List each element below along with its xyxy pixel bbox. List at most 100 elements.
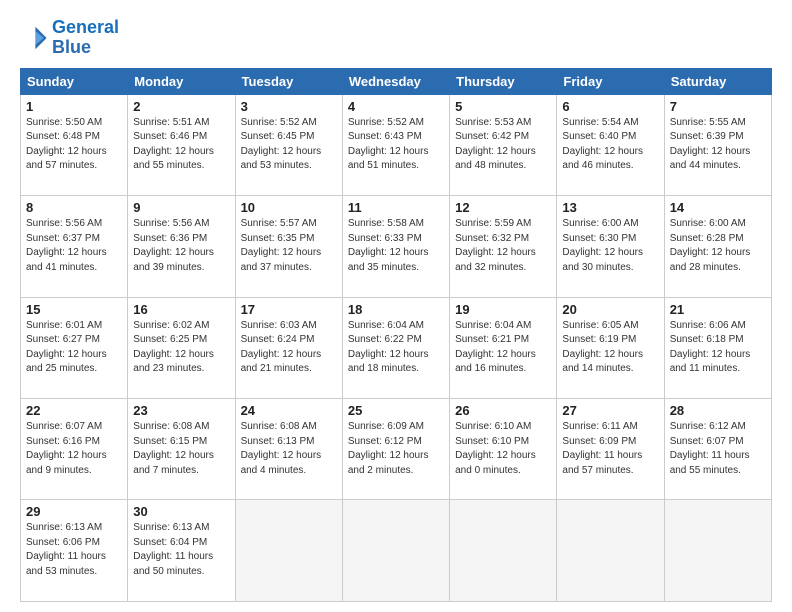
day-detail: Sunrise: 5:58 AMSunset: 6:33 PMDaylight:… — [348, 217, 444, 275]
day-number: 23 — [133, 403, 229, 418]
logo: General Blue — [20, 18, 119, 58]
day-detail: Sunrise: 6:06 AMSunset: 6:18 PMDaylight:… — [670, 319, 766, 377]
day-detail: Sunrise: 5:57 AMSunset: 6:35 PMDaylight:… — [241, 217, 337, 275]
calendar-cell: 29 Sunrise: 6:13 AMSunset: 6:06 PMDayligh… — [21, 500, 128, 602]
calendar-cell: 6 Sunrise: 5:54 AMSunset: 6:40 PMDaylight… — [557, 94, 664, 195]
day-number: 17 — [241, 302, 337, 317]
day-number: 19 — [455, 302, 551, 317]
day-detail: Sunrise: 5:54 AMSunset: 6:40 PMDaylight:… — [562, 116, 658, 174]
day-detail: Sunrise: 6:04 AMSunset: 6:22 PMDaylight:… — [348, 319, 444, 377]
page: General Blue Sunday Monday Tuesday Wedne… — [0, 0, 792, 612]
day-detail: Sunrise: 5:56 AMSunset: 6:37 PMDaylight:… — [26, 217, 122, 275]
calendar-cell: 26 Sunrise: 6:10 AMSunset: 6:10 PMDayligh… — [450, 399, 557, 500]
day-detail: Sunrise: 5:56 AMSunset: 6:36 PMDaylight:… — [133, 217, 229, 275]
calendar-cell: 3Sunrise: 5:52 AMSunset: 6:45 PMDaylight… — [235, 94, 342, 195]
day-number: 13 — [562, 200, 658, 215]
day-detail: Sunrise: 6:08 AMSunset: 6:13 PMDaylight:… — [241, 420, 337, 478]
day-detail: Sunrise: 5:55 AMSunset: 6:39 PMDaylight:… — [670, 116, 766, 174]
calendar-cell: 15 Sunrise: 6:01 AMSunset: 6:27 PMDayligh… — [21, 297, 128, 398]
calendar-cell: 10 Sunrise: 5:57 AMSunset: 6:35 PMDayligh… — [235, 196, 342, 297]
calendar-row-4: 22 Sunrise: 6:07 AMSunset: 6:16 PMDayligh… — [21, 399, 772, 500]
day-detail: Sunrise: 6:02 AMSunset: 6:25 PMDaylight:… — [133, 319, 229, 377]
header-monday: Monday — [128, 68, 235, 94]
day-number: 12 — [455, 200, 551, 215]
header-saturday: Saturday — [664, 68, 771, 94]
day-number: 21 — [670, 302, 766, 317]
calendar-row-3: 15 Sunrise: 6:01 AMSunset: 6:27 PMDayligh… — [21, 297, 772, 398]
day-detail: Sunrise: 6:10 AMSunset: 6:10 PMDaylight:… — [455, 420, 551, 478]
day-number: 20 — [562, 302, 658, 317]
calendar-cell: 23 Sunrise: 6:08 AMSunset: 6:15 PMDayligh… — [128, 399, 235, 500]
calendar-cell: 1Sunrise: 5:50 AMSunset: 6:48 PMDaylight… — [21, 94, 128, 195]
calendar-cell: 11 Sunrise: 5:58 AMSunset: 6:33 PMDayligh… — [342, 196, 449, 297]
day-number: 1 — [26, 99, 122, 114]
header-friday: Friday — [557, 68, 664, 94]
day-number: 11 — [348, 200, 444, 215]
calendar-cell: 20Sunrise: 6:05 AMSunset: 6:19 PMDayligh… — [557, 297, 664, 398]
calendar-body: 1Sunrise: 5:50 AMSunset: 6:48 PMDaylight… — [21, 94, 772, 601]
header-sunday: Sunday — [21, 68, 128, 94]
day-number: 14 — [670, 200, 766, 215]
day-number: 18 — [348, 302, 444, 317]
day-number: 15 — [26, 302, 122, 317]
calendar-cell — [235, 500, 342, 602]
day-detail: Sunrise: 6:13 AMSunset: 6:06 PMDaylight:… — [26, 521, 122, 579]
header: General Blue — [20, 18, 772, 58]
day-detail: Sunrise: 5:51 AMSunset: 6:46 PMDaylight:… — [133, 116, 229, 174]
day-detail: Sunrise: 6:00 AMSunset: 6:30 PMDaylight:… — [562, 217, 658, 275]
calendar-cell: 9Sunrise: 5:56 AMSunset: 6:36 PMDaylight… — [128, 196, 235, 297]
day-detail: Sunrise: 6:00 AMSunset: 6:28 PMDaylight:… — [670, 217, 766, 275]
day-number: 25 — [348, 403, 444, 418]
day-number: 30 — [133, 504, 229, 519]
calendar-cell: 28Sunrise: 6:12 AMSunset: 6:07 PMDayligh… — [664, 399, 771, 500]
day-detail: Sunrise: 5:52 AMSunset: 6:43 PMDaylight:… — [348, 116, 444, 174]
calendar-cell: 7Sunrise: 5:55 AMSunset: 6:39 PMDaylight… — [664, 94, 771, 195]
day-detail: Sunrise: 6:03 AMSunset: 6:24 PMDaylight:… — [241, 319, 337, 377]
day-detail: Sunrise: 6:04 AMSunset: 6:21 PMDaylight:… — [455, 319, 551, 377]
day-number: 6 — [562, 99, 658, 114]
logo-text: General Blue — [52, 18, 119, 58]
calendar-cell — [557, 500, 664, 602]
calendar-cell — [450, 500, 557, 602]
day-detail: Sunrise: 5:53 AMSunset: 6:42 PMDaylight:… — [455, 116, 551, 174]
calendar-cell: 5 Sunrise: 5:53 AMSunset: 6:42 PMDaylight… — [450, 94, 557, 195]
day-detail: Sunrise: 6:08 AMSunset: 6:15 PMDaylight:… — [133, 420, 229, 478]
day-detail: Sunrise: 6:07 AMSunset: 6:16 PMDaylight:… — [26, 420, 122, 478]
day-detail: Sunrise: 6:01 AMSunset: 6:27 PMDaylight:… — [26, 319, 122, 377]
day-number: 10 — [241, 200, 337, 215]
calendar-cell — [664, 500, 771, 602]
day-number: 5 — [455, 99, 551, 114]
calendar-cell: 8Sunrise: 5:56 AMSunset: 6:37 PMDaylight… — [21, 196, 128, 297]
calendar-cell: 22 Sunrise: 6:07 AMSunset: 6:16 PMDayligh… — [21, 399, 128, 500]
day-number: 29 — [26, 504, 122, 519]
calendar-row-2: 8Sunrise: 5:56 AMSunset: 6:37 PMDaylight… — [21, 196, 772, 297]
day-detail: Sunrise: 6:09 AMSunset: 6:12 PMDaylight:… — [348, 420, 444, 478]
header-thursday: Thursday — [450, 68, 557, 94]
calendar-cell: 21 Sunrise: 6:06 AMSunset: 6:18 PMDayligh… — [664, 297, 771, 398]
calendar-cell: 14 Sunrise: 6:00 AMSunset: 6:28 PMDayligh… — [664, 196, 771, 297]
calendar-cell — [342, 500, 449, 602]
calendar-cell: 17 Sunrise: 6:03 AMSunset: 6:24 PMDayligh… — [235, 297, 342, 398]
calendar-cell: 13 Sunrise: 6:00 AMSunset: 6:30 PMDayligh… — [557, 196, 664, 297]
calendar-table: Sunday Monday Tuesday Wednesday Thursday… — [20, 68, 772, 602]
day-detail: Sunrise: 5:52 AMSunset: 6:45 PMDaylight:… — [241, 116, 337, 174]
calendar-row-5: 29 Sunrise: 6:13 AMSunset: 6:06 PMDayligh… — [21, 500, 772, 602]
day-number: 2 — [133, 99, 229, 114]
calendar-cell: 19 Sunrise: 6:04 AMSunset: 6:21 PMDayligh… — [450, 297, 557, 398]
day-detail: Sunrise: 6:11 AMSunset: 6:09 PMDaylight:… — [562, 420, 658, 478]
calendar-cell: 30 Sunrise: 6:13 AMSunset: 6:04 PMDayligh… — [128, 500, 235, 602]
header-tuesday: Tuesday — [235, 68, 342, 94]
calendar-cell: 12 Sunrise: 5:59 AMSunset: 6:32 PMDayligh… — [450, 196, 557, 297]
calendar-cell: 4Sunrise: 5:52 AMSunset: 6:43 PMDaylight… — [342, 94, 449, 195]
calendar-cell: 18 Sunrise: 6:04 AMSunset: 6:22 PMDayligh… — [342, 297, 449, 398]
day-number: 27 — [562, 403, 658, 418]
day-detail: Sunrise: 6:13 AMSunset: 6:04 PMDaylight:… — [133, 521, 229, 579]
day-number: 26 — [455, 403, 551, 418]
day-detail: Sunrise: 5:59 AMSunset: 6:32 PMDaylight:… — [455, 217, 551, 275]
calendar-cell: 24 Sunrise: 6:08 AMSunset: 6:13 PMDayligh… — [235, 399, 342, 500]
day-number: 24 — [241, 403, 337, 418]
day-number: 28 — [670, 403, 766, 418]
calendar-cell: 27 Sunrise: 6:11 AMSunset: 6:09 PMDayligh… — [557, 399, 664, 500]
logo-icon — [20, 24, 48, 52]
day-number: 22 — [26, 403, 122, 418]
